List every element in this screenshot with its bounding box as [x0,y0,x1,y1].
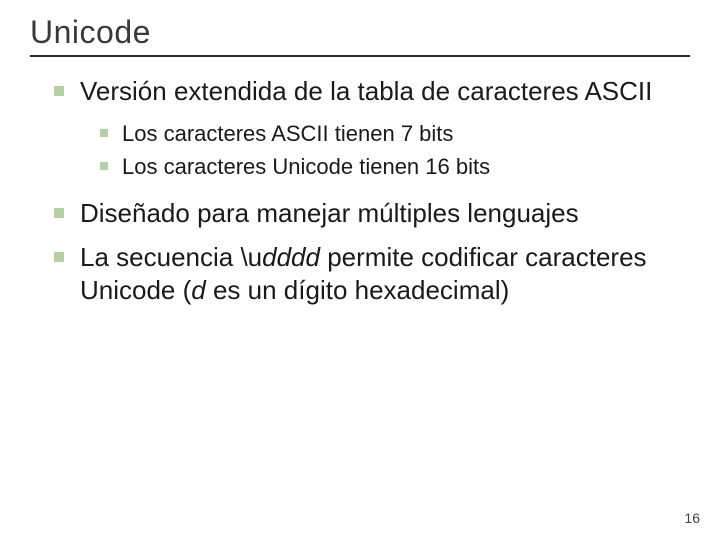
text-plain: es un dígito hexadecimal) [206,275,510,305]
bullet-text: Diseñado para manejar múltiples lenguaje… [80,197,579,230]
square-bullet-icon [54,208,64,218]
text-plain: La secuencia \u [80,242,262,272]
page-number: 16 [684,510,700,526]
bullet-level2: Los caracteres Unicode tienen 16 bits [100,153,690,181]
bullet-level1: La secuencia \udddd permite codificar ca… [54,241,690,306]
square-bullet-icon [100,162,108,170]
bullet-level2: Los caracteres ASCII tienen 7 bits [100,120,690,148]
bullet-level1: Diseñado para manejar múltiples lenguaje… [54,197,690,230]
slide: Unicode Versión extendida de la tabla de… [0,0,720,540]
bullet-text: Los caracteres ASCII tienen 7 bits [122,120,453,148]
bullet-text: La secuencia \udddd permite codificar ca… [80,241,690,306]
title-underline [30,55,690,57]
bullet-text: Los caracteres Unicode tienen 16 bits [122,153,490,181]
content-area: Versión extendida de la tabla de caracte… [30,75,690,306]
square-bullet-icon [54,252,64,262]
slide-title: Unicode [30,14,690,51]
text-italic: dddd [262,242,320,272]
bullet-text: Versión extendida de la tabla de caracte… [80,75,652,108]
square-bullet-icon [100,129,108,137]
bullet-level1: Versión extendida de la tabla de caracte… [54,75,690,108]
text-italic: d [191,275,205,305]
square-bullet-icon [54,86,64,96]
